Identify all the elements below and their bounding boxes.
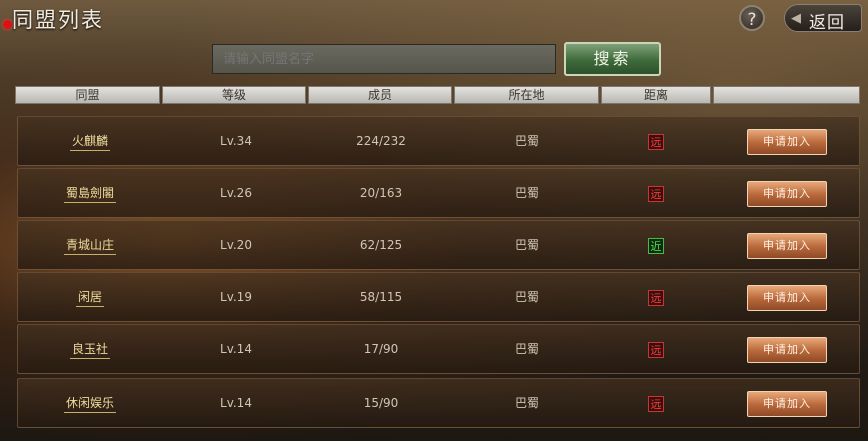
help-icon: ?	[747, 10, 757, 30]
apply-join-button[interactable]: 申请加入	[747, 285, 827, 311]
distance-badge: 远	[648, 133, 664, 150]
top-bar: 同盟列表 ? ◀ 返回	[0, 0, 868, 38]
apply-join-button[interactable]: 申请加入	[747, 391, 827, 417]
alliance-level: Lv.14	[220, 342, 252, 356]
alliance-distance: 远	[601, 169, 711, 217]
alliance-name[interactable]: 火麒麟	[18, 117, 162, 165]
alliance-level: Lv.20	[220, 238, 252, 252]
alliance-name[interactable]: 良玉社	[18, 325, 162, 373]
alliance-level: Lv.26	[220, 186, 252, 200]
alliance-location: 巴蜀	[514, 134, 539, 148]
alliance-members: 58/115	[359, 290, 403, 304]
help-button[interactable]: ?	[739, 5, 765, 31]
apply-join-button[interactable]: 申请加入	[747, 181, 827, 207]
column-header-location: 所在地	[454, 86, 599, 104]
page-title: 同盟列表	[12, 8, 104, 32]
table-row: 良玉社 Lv.14 17/90 巴蜀 远 申请加入	[17, 324, 860, 374]
distance-badge: 远	[648, 395, 664, 412]
apply-join-button[interactable]: 申请加入	[747, 129, 827, 155]
alliance-name-text: 青城山庄	[63, 238, 116, 255]
apply-join-button[interactable]: 申请加入	[747, 233, 827, 259]
column-header-level: 等级	[162, 86, 306, 104]
table-row: 火麒麟 Lv.34 224/232 巴蜀 远 申请加入	[17, 116, 860, 166]
alliance-distance: 远	[601, 325, 711, 373]
alliance-name-text: 火麒麟	[69, 134, 110, 151]
table-row: 休闲娱乐 Lv.14 15/90 巴蜀 远 申请加入	[17, 378, 860, 428]
alliance-level: Lv.19	[220, 290, 252, 304]
alliance-distance: 远	[601, 273, 711, 321]
alliance-location: 巴蜀	[514, 186, 539, 200]
distance-badge: 远	[648, 185, 664, 202]
table-row: 蜀島劍閣 Lv.26 20/163 巴蜀 远 申请加入	[17, 168, 860, 218]
column-header-action	[713, 86, 860, 104]
alliance-search-input[interactable]	[212, 44, 556, 74]
column-header-distance: 距离	[601, 86, 711, 104]
table-row: 青城山庄 Lv.20 62/125 巴蜀 近 申请加入	[17, 220, 860, 270]
table-header: 同盟 等级 成员 所在地 距离	[15, 86, 860, 104]
search-button[interactable]: 搜索	[564, 42, 661, 76]
alliance-name[interactable]: 青城山庄	[18, 221, 162, 269]
apply-join-button[interactable]: 申请加入	[747, 337, 827, 363]
alliance-name[interactable]: 闲居	[18, 273, 162, 321]
alliance-name[interactable]: 休闲娱乐	[18, 379, 162, 427]
alliance-members: 62/125	[359, 238, 403, 252]
alliance-location: 巴蜀	[514, 396, 539, 410]
alliance-distance: 近	[601, 221, 711, 269]
alliance-members: 15/90	[363, 396, 399, 410]
alliance-location: 巴蜀	[514, 290, 539, 304]
alliance-location: 巴蜀	[514, 238, 539, 252]
alliance-name[interactable]: 蜀島劍閣	[18, 169, 162, 217]
alliance-members: 17/90	[363, 342, 399, 356]
alliance-location: 巴蜀	[514, 342, 539, 356]
notification-dot	[3, 20, 12, 29]
column-header-members: 成员	[308, 86, 452, 104]
alliance-distance: 远	[601, 117, 711, 165]
alliance-distance: 远	[601, 379, 711, 427]
alliance-members: 224/232	[356, 134, 406, 148]
alliance-name-text: 良玉社	[69, 342, 110, 359]
alliance-name-text: 休闲娱乐	[63, 396, 116, 413]
alliance-level: Lv.34	[220, 134, 252, 148]
back-button[interactable]: ◀ 返回	[784, 4, 862, 33]
table-row: 闲居 Lv.19 58/115 巴蜀 远 申请加入	[17, 272, 860, 322]
alliance-name-text: 蜀島劍閣	[63, 186, 116, 203]
distance-badge: 近	[648, 237, 664, 254]
alliance-name-text: 闲居	[75, 290, 104, 307]
distance-badge: 远	[648, 289, 664, 306]
alliance-members: 20/163	[359, 186, 403, 200]
distance-badge: 远	[648, 341, 664, 358]
back-label: 返回	[809, 13, 845, 33]
back-arrow-icon: ◀	[791, 11, 801, 26]
column-header-alliance: 同盟	[15, 86, 160, 104]
alliance-level: Lv.14	[220, 396, 252, 410]
